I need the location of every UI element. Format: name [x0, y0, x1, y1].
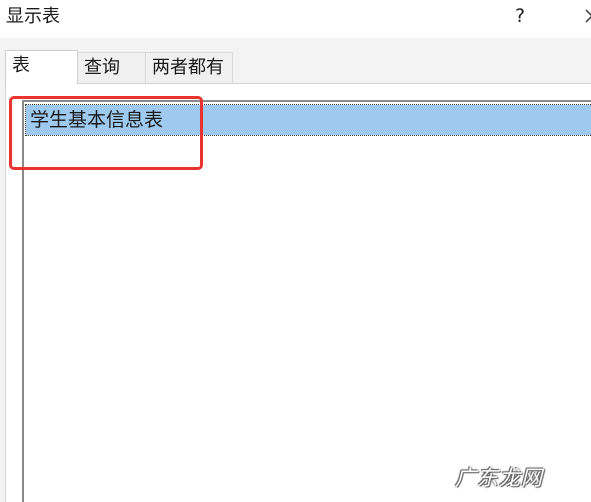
close-button[interactable]	[578, 2, 591, 30]
show-table-dialog: 显示表 ? 表 查询 两者都有 学生基本信息表 广东龙网	[0, 0, 591, 502]
watermark: 广东龙网	[455, 466, 543, 490]
close-icon	[578, 2, 591, 30]
tab-both[interactable]: 两者都有	[145, 52, 233, 83]
list-item-student-info-table[interactable]: 学生基本信息表	[25, 104, 591, 136]
tab-queries[interactable]: 查询	[77, 52, 146, 83]
help-button[interactable]: ?	[508, 2, 532, 30]
tab-panel: 学生基本信息表	[5, 83, 591, 502]
title-bar: 显示表 ?	[0, 0, 591, 38]
tab-strip: 表 查询 两者都有	[0, 38, 591, 84]
table-listbox[interactable]: 学生基本信息表	[22, 100, 591, 502]
tab-tables[interactable]: 表	[5, 50, 78, 84]
dialog-title: 显示表	[6, 6, 60, 27]
